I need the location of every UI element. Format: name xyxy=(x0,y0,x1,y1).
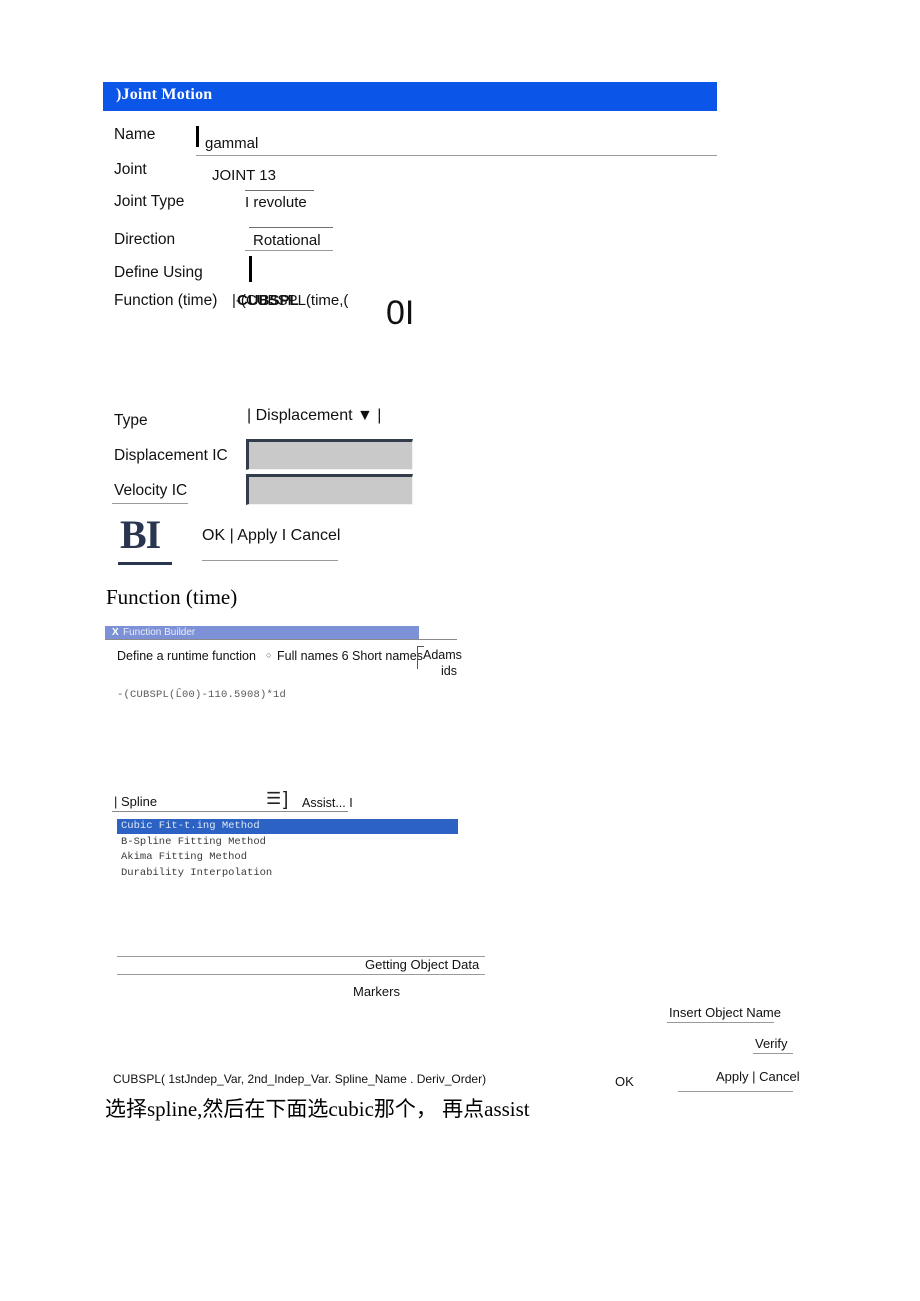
velocity-ic-underline xyxy=(112,503,188,504)
bi-watermark: BI xyxy=(120,512,161,557)
apply-cancel-buttons[interactable]: Apply | Cancel xyxy=(716,1069,800,1084)
name-text-caret xyxy=(196,126,199,147)
function-builder-title: Function Builder xyxy=(123,627,196,638)
insert-object-name-button[interactable]: Insert Object Name xyxy=(669,1005,781,1020)
verify-button[interactable]: Verify xyxy=(755,1036,788,1051)
cubspl-signature: CUBSPL( 1stJndep_Var, 2nd_Indep_Var. Spl… xyxy=(113,1072,487,1086)
insert-object-name-underline xyxy=(667,1022,774,1023)
direction-underline xyxy=(245,250,333,251)
stray-glyph-text: 0I xyxy=(386,294,415,332)
joint-label: Joint xyxy=(114,161,147,178)
function-time-overlap-text: CUBSPL xyxy=(237,292,299,309)
names-mode-options[interactable]: Full names 6 Short names xyxy=(277,649,423,663)
spline-row-rule xyxy=(112,811,348,812)
close-icon[interactable]: X xyxy=(112,626,119,639)
list-item[interactable]: Cubic Fit-t.ing Method xyxy=(117,819,458,834)
radio-button-icon[interactable]: ○ xyxy=(266,650,271,660)
name-label: Name xyxy=(114,126,156,143)
define-runtime-function-label: Define a runtime function xyxy=(117,649,256,663)
instruction-caption: 选择spline,然后在下面选cubic那个， 再点assist xyxy=(105,1097,530,1121)
displacement-ic-label: Displacement IC xyxy=(114,447,228,464)
object-data-bottom-rule xyxy=(117,974,485,975)
adams-ids-line1: Adams xyxy=(423,648,462,662)
function-expression-text[interactable]: -(CUBSPL(Ĺ̀00)-110.5908)*1d xyxy=(117,689,286,701)
adams-ids-line2: ids xyxy=(441,664,457,678)
type-label: Type xyxy=(114,412,148,429)
joint-motion-buttons[interactable]: OK | Apply I Cancel xyxy=(202,527,340,545)
joint-type-label: Joint Type xyxy=(114,193,185,210)
define-using-caret[interactable] xyxy=(249,256,252,282)
function-builder-titlebar-rule xyxy=(105,639,457,640)
list-item[interactable]: Durability Interpolation xyxy=(117,866,458,881)
name-field-underline xyxy=(196,155,717,156)
bi-watermark-underline xyxy=(118,562,172,565)
joint-motion-dialog: )Joint Motion xyxy=(103,82,717,322)
joint-motion-buttons-underline xyxy=(202,560,338,561)
list-item[interactable]: Akima Fitting Method xyxy=(117,850,458,865)
function-time-heading: Function (time) xyxy=(106,585,238,609)
getting-object-data-label: Getting Object Data xyxy=(365,957,480,972)
list-item[interactable]: B-Spline Fitting Method xyxy=(117,835,458,850)
define-using-label: Define Using xyxy=(114,264,203,281)
direction-value[interactable]: Rotational xyxy=(253,232,321,249)
joint-motion-title: )Joint Motion xyxy=(116,86,213,103)
velocity-ic-label: Velocity IC xyxy=(114,482,188,499)
apply-cancel-underline xyxy=(678,1091,793,1092)
velocity-ic-input[interactable] xyxy=(246,474,413,505)
bracket-icon: ] xyxy=(283,789,289,810)
direction-overline xyxy=(249,227,333,228)
direction-label: Direction xyxy=(114,231,176,248)
name-value[interactable]: gammal xyxy=(205,135,258,152)
joint-value[interactable]: JOINT 13 xyxy=(212,167,276,184)
joint-type-value[interactable]: I revolute xyxy=(245,194,307,211)
joint-type-overline xyxy=(245,190,314,191)
ok-button[interactable]: OK xyxy=(615,1074,634,1089)
displacement-ic-input[interactable] xyxy=(246,439,413,470)
markers-label[interactable]: Markers xyxy=(353,984,400,999)
function-time-label: Function (time) xyxy=(114,292,218,309)
assist-button[interactable]: Assist... I xyxy=(302,796,353,810)
hamburger-menu-icon[interactable]: ☰ xyxy=(266,789,281,809)
spline-type-select[interactable]: | Spline xyxy=(114,794,157,809)
verify-underline xyxy=(753,1053,793,1054)
type-select[interactable]: | Displacement ▼ | xyxy=(247,407,381,425)
